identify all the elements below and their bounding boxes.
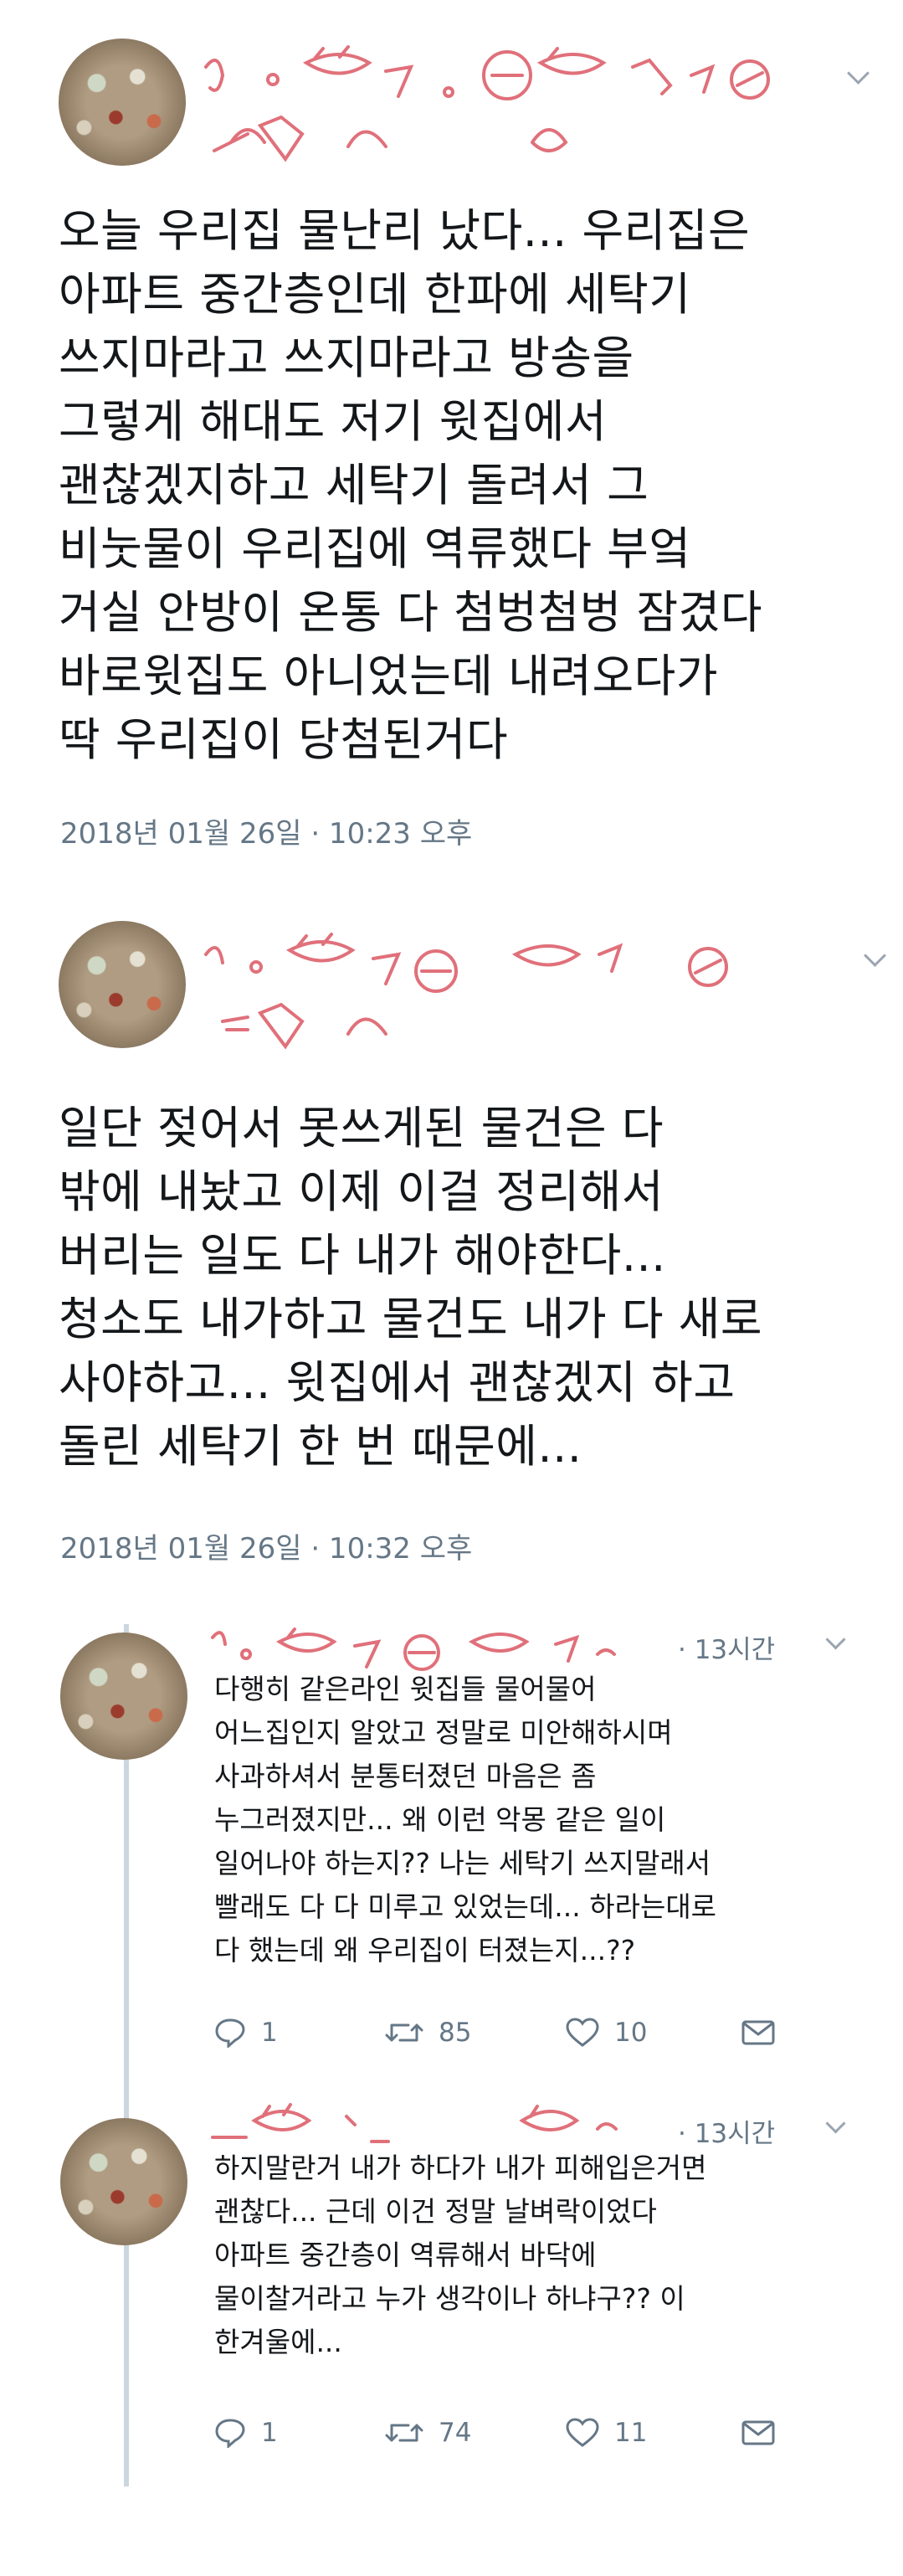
avatar[interactable] xyxy=(59,921,186,1048)
reply-count: 1 xyxy=(261,2018,278,2048)
avatar[interactable] xyxy=(59,39,186,166)
avatar[interactable] xyxy=(60,2118,187,2245)
reply-time[interactable]: · 13시간 xyxy=(678,1628,775,1666)
tweet-timestamp[interactable]: 2018년 01월 26일 · 10:32 오후 xyxy=(60,1525,472,1566)
like-count: 11 xyxy=(614,2418,648,2448)
retweet-button[interactable]: 74 xyxy=(385,2418,471,2448)
retweet-button[interactable]: 85 xyxy=(385,2018,471,2048)
like-icon xyxy=(566,2418,599,2447)
chevron-down-icon[interactable] xyxy=(864,944,886,967)
reply-icon xyxy=(215,2419,245,2448)
retweet-icon xyxy=(385,2023,423,2042)
like-count: 10 xyxy=(614,2018,648,2048)
reply-count: 1 xyxy=(261,2418,278,2448)
dm-icon xyxy=(741,2020,775,2045)
dm-icon xyxy=(741,2420,775,2445)
tweet-text: 일단 젖어서 못쓰게된 물건은 다 밖에 내놨고 이제 이걸 정리해서 버리는 … xyxy=(59,1102,763,1473)
retweet-count: 85 xyxy=(439,2018,472,2048)
avatar[interactable] xyxy=(60,1632,187,1760)
dm-button[interactable] xyxy=(741,2419,790,2446)
dm-button[interactable] xyxy=(741,2019,790,2046)
tweet-2: 일단 젖어서 못쓰게된 물건은 다 밖에 내놨고 이제 이걸 정리해서 버리는 … xyxy=(0,896,903,1599)
like-icon xyxy=(566,2018,599,2047)
reply-button[interactable]: 1 xyxy=(214,2418,278,2448)
redacted-username-scribble xyxy=(204,45,770,162)
reply-icon xyxy=(215,2018,245,2048)
reply-text: 하지말란거 내가 하다가 내가 피해입은거면 괜찮다... 근데 이건 정말 날… xyxy=(214,2152,707,2358)
redacted-username-scribble xyxy=(204,933,728,1050)
tweet-text: 오늘 우리집 물난리 났다... 우리집은 아파트 중간층인데 한파에 세탁기 … xyxy=(59,204,763,766)
like-button[interactable]: 10 xyxy=(566,2018,647,2048)
retweet-icon xyxy=(385,2424,423,2442)
retweet-count: 74 xyxy=(439,2418,472,2448)
tweet-timestamp[interactable]: 2018년 01월 26일 · 10:23 오후 xyxy=(60,810,472,851)
like-button[interactable]: 11 xyxy=(566,2418,647,2448)
chevron-down-icon[interactable] xyxy=(847,62,870,85)
reply-text: 다행히 같은라인 윗집들 물어물어 어느집인지 알았고 정말로 미안해하시며 사… xyxy=(214,1673,717,1967)
chevron-down-icon[interactable] xyxy=(825,1629,846,1650)
reply-button[interactable]: 1 xyxy=(214,2018,278,2048)
reply-time[interactable]: · 13시간 xyxy=(678,2112,775,2150)
tweet-1: 오늘 우리집 물난리 났다... 우리집은 아파트 중간층인데 한파에 세탁기 … xyxy=(0,0,903,871)
chevron-down-icon[interactable] xyxy=(825,2113,846,2134)
